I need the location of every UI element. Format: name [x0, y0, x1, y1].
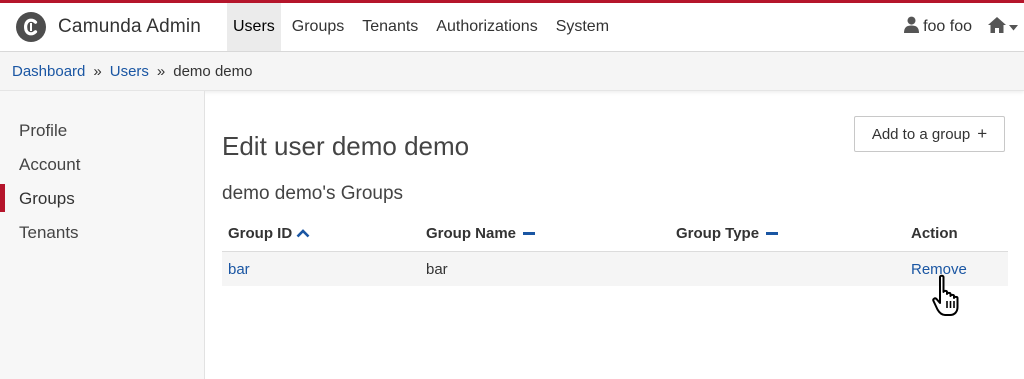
sidebar-item-groups[interactable]: Groups [19, 189, 75, 209]
sort-none-icon [766, 232, 779, 235]
main-nav: Users Groups Tenants Authorizations Syst… [227, 3, 615, 51]
column-label: Group ID [228, 225, 293, 242]
nav-users[interactable]: Users [227, 3, 281, 51]
column-header-group-name[interactable]: Group Name [426, 225, 536, 242]
caret-down-icon [1009, 18, 1018, 36]
table-header: Group ID Group Name Group Type Action [222, 217, 1008, 252]
breadcrumb-bar: Dashboard » Users » demo demo [0, 52, 1024, 91]
breadcrumb: Dashboard » Users » demo demo [12, 63, 252, 80]
brand[interactable]: Camunda Admin [16, 11, 201, 43]
breadcrumb-users[interactable]: Users [110, 63, 149, 80]
brand-name: Camunda Admin [58, 16, 202, 37]
column-label: Group Type [676, 225, 760, 242]
nav-system[interactable]: System [550, 3, 615, 51]
column-label: Group Name [426, 225, 517, 242]
user-icon [904, 16, 923, 38]
home-menu[interactable] [988, 16, 1018, 38]
nav-authorizations[interactable]: Authorizations [430, 3, 543, 51]
breadcrumb-dashboard[interactable]: Dashboard [12, 63, 85, 80]
page-title: Edit user demo demo [222, 131, 470, 161]
sidebar-item-tenants[interactable]: Tenants [19, 223, 79, 243]
add-to-group-button[interactable]: Add to a group + [854, 116, 1005, 152]
sort-none-icon [523, 232, 536, 235]
breadcrumb-current: demo demo [173, 63, 253, 80]
sort-ascending-icon [296, 229, 310, 238]
groups-table: Group ID Group Name Group Type Action ba… [222, 217, 1008, 286]
user-name: foo foo [923, 18, 972, 35]
column-header-group-id[interactable]: Group ID [228, 225, 310, 242]
sidebar: Profile Account Groups Tenants [0, 91, 205, 379]
column-label: Action [911, 225, 958, 242]
section-title: demo demo's Groups [222, 183, 404, 204]
user-menu[interactable]: foo foo [904, 16, 972, 38]
nav-right: foo foo [904, 3, 1018, 51]
plus-icon: + [977, 124, 988, 143]
group-name-cell: bar [426, 261, 448, 278]
breadcrumb-separator: » [93, 63, 102, 80]
group-id-link[interactable]: bar [228, 261, 250, 278]
camunda-logo-icon [16, 12, 46, 42]
add-to-group-label: Add to a group [871, 125, 971, 143]
sidebar-active-indicator [0, 184, 5, 212]
table-row: bar bar Remove [222, 252, 1008, 286]
column-header-action: Action [911, 225, 958, 242]
top-navbar: Camunda Admin Users Groups Tenants Autho… [0, 3, 1024, 52]
sidebar-item-account[interactable]: Account [19, 155, 80, 175]
sidebar-item-profile[interactable]: Profile [19, 121, 67, 141]
nav-tenants[interactable]: Tenants [356, 3, 424, 51]
home-icon [988, 16, 1006, 38]
column-header-group-type[interactable]: Group Type [676, 225, 779, 242]
breadcrumb-separator: » [156, 63, 166, 80]
nav-groups[interactable]: Groups [286, 3, 350, 51]
hand-pointer-cursor-icon [931, 274, 971, 323]
